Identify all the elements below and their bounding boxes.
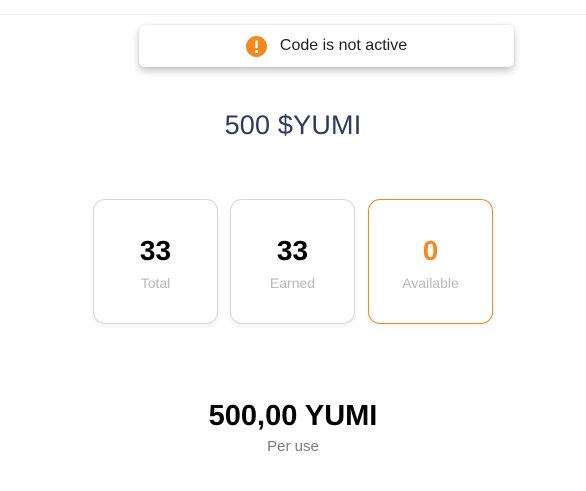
price-per-use-caption: Per use <box>267 438 319 455</box>
stat-card-available[interactable]: 0 Available <box>368 199 493 324</box>
stat-value-available: 0 <box>422 235 439 266</box>
top-divider <box>0 14 586 15</box>
status-toast: Code is not active <box>139 25 514 67</box>
stat-card-earned[interactable]: 33 Earned <box>230 199 355 324</box>
balance-title: 500 $YUMI <box>224 110 362 140</box>
page: Code is not active 500 $YUMI 33 Total 33… <box>0 0 586 491</box>
price-per-use-amount: 500,00 YUMI <box>208 400 378 432</box>
stat-label-available: Available <box>402 275 459 291</box>
stat-value-total: 33 <box>139 235 172 266</box>
stat-label-total: Total <box>140 275 171 291</box>
stat-label-earned: Earned <box>269 275 316 291</box>
toast-message: Code is not active <box>279 37 408 54</box>
exclamation-circle-icon <box>245 35 267 57</box>
stat-card-total[interactable]: 33 Total <box>93 199 218 324</box>
stat-value-earned: 33 <box>276 235 309 266</box>
